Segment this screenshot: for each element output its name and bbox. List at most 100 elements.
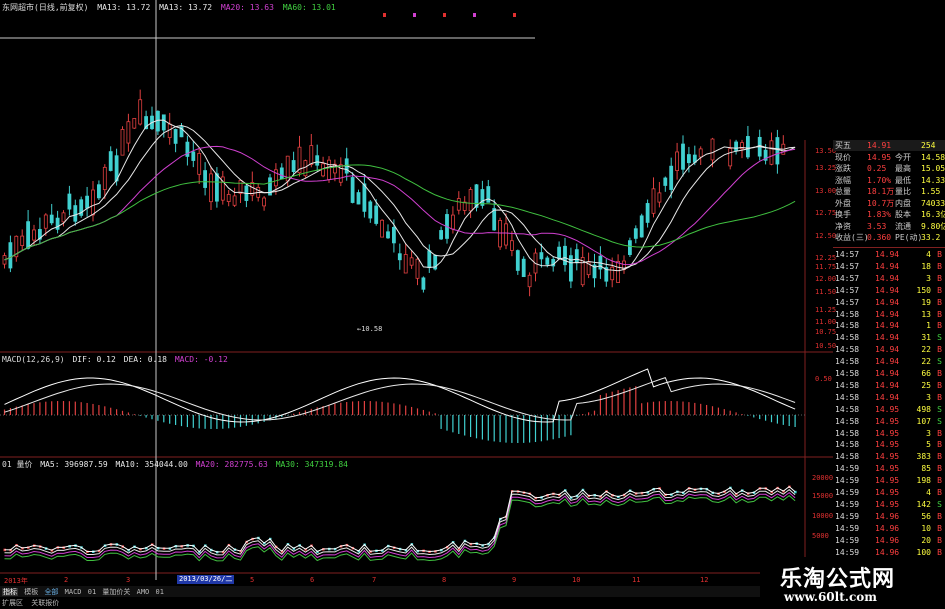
tab-macd[interactable]: MACD bbox=[65, 588, 82, 596]
quote-label2: 流通 bbox=[895, 221, 911, 231]
tick-direction: B bbox=[937, 369, 942, 378]
date-tick: 2013年 bbox=[4, 577, 28, 585]
vol-tick: 20000 bbox=[812, 474, 834, 482]
candle-body bbox=[610, 266, 615, 281]
volume-ma-line bbox=[4, 494, 796, 562]
tab-volume-price[interactable]: 量加价关 bbox=[102, 588, 130, 596]
event-marker bbox=[473, 13, 476, 17]
tick-row: 14:59 14.96 10 B bbox=[833, 523, 945, 534]
quote-value: 0.360 bbox=[867, 233, 892, 242]
candle-body bbox=[102, 166, 107, 190]
tick-price: 14.95 bbox=[875, 404, 900, 414]
quote-value2: 14.58 bbox=[921, 152, 945, 162]
volume-ma-line bbox=[4, 485, 796, 553]
macd-header: MACD(12,26,9) DIF: 0.12 DEA: 0.18 MACD: … bbox=[2, 354, 228, 365]
tick-row: 14:59 14.96 100 B bbox=[833, 547, 945, 558]
tick-volume: 3 bbox=[926, 273, 931, 283]
tick-direction: B bbox=[937, 261, 942, 271]
tab-01b[interactable]: 01 bbox=[155, 588, 163, 596]
ma3-label: MA20: 13.63 bbox=[220, 3, 274, 12]
candle-body bbox=[126, 121, 131, 144]
tab-amo[interactable]: AMO bbox=[137, 588, 150, 596]
tab-all[interactable]: 全部 bbox=[44, 588, 58, 596]
candle-body bbox=[687, 154, 691, 164]
tick-volume: 31 bbox=[921, 333, 931, 343]
tick-volume: 150 bbox=[916, 285, 931, 295]
vol-tick: 15000 bbox=[812, 492, 834, 500]
tick-time: 14:57 bbox=[835, 250, 860, 259]
candle-body bbox=[657, 192, 662, 203]
candle-body bbox=[456, 198, 461, 211]
vol-tick: 5000 bbox=[812, 532, 829, 540]
candle-body bbox=[49, 214, 54, 224]
tab-extension[interactable]: 扩展区 bbox=[2, 599, 23, 607]
event-marker bbox=[383, 13, 386, 17]
candle-body bbox=[421, 277, 426, 290]
tab-01[interactable]: 01 bbox=[88, 588, 96, 596]
tick-volume: 19 bbox=[921, 297, 931, 307]
tick-row: 14:58 14.94 22 S bbox=[833, 356, 945, 367]
candle-body bbox=[468, 189, 473, 212]
candle-body bbox=[681, 143, 685, 170]
tick-volume: 1 bbox=[926, 321, 931, 331]
tick-price: 14.95 bbox=[875, 464, 900, 474]
candle-body bbox=[521, 258, 526, 278]
quote-row: 总量 18.1万 量比 1.55 bbox=[833, 186, 945, 197]
candle-body bbox=[321, 163, 326, 177]
tick-volume: 66 bbox=[921, 369, 931, 378]
kline-chart-area[interactable] bbox=[0, 0, 833, 586]
quote-value: 3.53 bbox=[867, 221, 887, 231]
date-tick: 5 bbox=[250, 576, 255, 584]
tab-indicator[interactable]: 指标 bbox=[2, 588, 18, 596]
date-tick: 10 bbox=[572, 576, 581, 584]
quote-value: 10.7万 bbox=[867, 198, 895, 208]
price-header: 东网超市(日线,前复权) MA13: 13.72 MA13: 13.72 MA2… bbox=[2, 2, 336, 13]
candle-body bbox=[498, 220, 503, 248]
quote-label2: 最高 bbox=[895, 164, 911, 173]
candle-body bbox=[527, 274, 532, 288]
tick-volume: 100 bbox=[916, 547, 931, 557]
tick-direction: B bbox=[937, 476, 942, 486]
tick-price: 14.95 bbox=[875, 476, 900, 486]
tick-direction: B bbox=[937, 488, 942, 497]
candle-body bbox=[91, 189, 95, 216]
quote-label: 买五 bbox=[835, 141, 851, 150]
candle-body bbox=[132, 118, 137, 129]
tick-direction: B bbox=[937, 511, 942, 521]
quote-value: 1.83% bbox=[867, 210, 892, 219]
candle-body bbox=[108, 151, 113, 171]
volume-header: 01 量价 MA5: 396987.59 MA10: 354044.00 MA2… bbox=[2, 459, 348, 470]
tick-row: 14:58 14.94 31 S bbox=[833, 332, 945, 343]
tick-volume: 142 bbox=[916, 499, 931, 509]
ma1-label: MA13: 13.72 bbox=[97, 3, 151, 12]
candle-body bbox=[173, 129, 178, 144]
tick-direction: B bbox=[937, 285, 942, 295]
candle-body bbox=[356, 192, 361, 205]
tick-time: 14:58 bbox=[835, 440, 860, 450]
quote-value2: 1.55 bbox=[921, 187, 941, 196]
tick-volume: 22 bbox=[921, 357, 931, 367]
tick-direction: B bbox=[937, 523, 942, 533]
date-tick: 9 bbox=[512, 576, 517, 584]
tick-volume: 4 bbox=[926, 488, 931, 497]
tick-direction: B bbox=[937, 380, 942, 390]
candle-body bbox=[574, 249, 579, 264]
candle-body bbox=[669, 165, 674, 190]
candle-body bbox=[85, 195, 89, 209]
tab-template[interactable]: 模板 bbox=[24, 588, 38, 596]
candle-body bbox=[734, 141, 738, 151]
tick-volume: 498 bbox=[916, 404, 931, 414]
tick-time: 14:58 bbox=[835, 380, 860, 390]
quote-label: 涨幅 bbox=[835, 175, 851, 185]
tick-row: 14:57 14.94 19 B bbox=[833, 297, 945, 308]
quote-row: 收益(三) 0.360 PE(动) 33.2 bbox=[833, 232, 945, 243]
candle-body bbox=[214, 173, 219, 202]
tick-time: 14:59 bbox=[835, 464, 860, 474]
macd-dea: DEA: 0.18 bbox=[123, 355, 167, 364]
tick-price: 14.94 bbox=[875, 357, 900, 367]
tab-related-quote[interactable]: 关联报价 bbox=[31, 599, 59, 607]
candle-body bbox=[639, 215, 644, 238]
candle-body bbox=[480, 189, 485, 206]
vol-name: 01 量价 bbox=[2, 460, 33, 469]
tick-time: 14:58 bbox=[835, 321, 860, 331]
